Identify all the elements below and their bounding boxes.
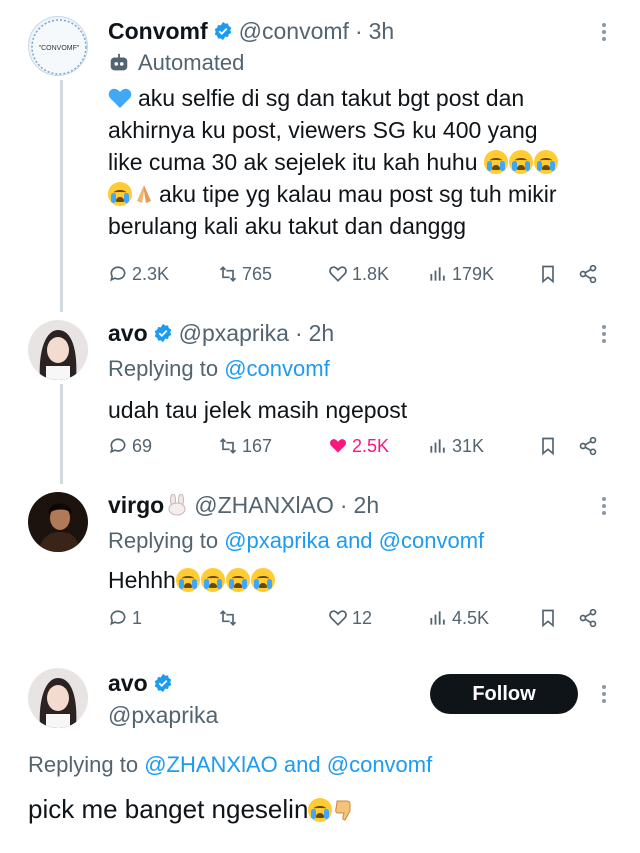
share-icon [579, 264, 597, 284]
display-name[interactable]: avo [108, 668, 148, 698]
crying-face-icon [250, 568, 275, 592]
verified-badge-icon [154, 323, 171, 343]
crying-face-icon [308, 798, 333, 822]
retweet-icon [219, 610, 237, 626]
heart-icon [329, 610, 347, 626]
mention-link[interactable]: @convomf [327, 752, 432, 777]
views-icon [430, 611, 445, 625]
separator-dot: · [354, 18, 363, 44]
separator-dot: · [339, 492, 348, 518]
reply-button[interactable]: 69 [108, 434, 152, 458]
tweet-text: aku selfie di sg dan takut bgt post dan … [108, 85, 558, 239]
reply-button[interactable]: 2.3K [108, 262, 169, 286]
crying-face-icon [508, 150, 533, 174]
like-button[interactable]: 12 [328, 606, 372, 630]
display-name[interactable]: avo [108, 318, 148, 348]
tweet-text: udah tau jelek masih ngepost [108, 397, 408, 423]
more-options-icon[interactable] [598, 494, 610, 520]
views-icon [430, 439, 445, 453]
retweet-button[interactable]: 765 [218, 262, 272, 286]
display-name[interactable]: Convomf [108, 16, 208, 46]
retweet-icon [219, 438, 237, 454]
retweet-button[interactable]: 167 [218, 434, 272, 458]
display-name[interactable]: virgo [108, 490, 164, 520]
bookmark-button[interactable] [538, 606, 562, 630]
automated-label: Automated [138, 50, 245, 75]
handle[interactable]: @ZHANXlAO [194, 490, 334, 520]
replying-to: Replying to @convomf [108, 356, 330, 381]
bookmark-button[interactable] [538, 262, 562, 286]
handle[interactable]: @convomf [239, 16, 349, 46]
heart-filled-icon [330, 439, 346, 453]
avatar[interactable]: "CONVOMF" [28, 16, 88, 76]
follow-button[interactable]: Follow [430, 674, 578, 714]
share-icon [579, 436, 597, 456]
timestamp[interactable]: 2h [309, 318, 335, 348]
mention-link[interactable]: @convomf [224, 356, 329, 381]
views-button[interactable]: 4.5K [428, 606, 489, 630]
tweet-convomf[interactable]: "CONVOMF" Convomf @convomf · 3h Automate… [0, 0, 640, 300]
handle[interactable]: @pxaprika [108, 700, 218, 730]
reply-icon [110, 266, 126, 282]
replying-to: Replying to @ZHANXlAO and @convomf [28, 752, 433, 777]
mention-link[interactable]: @pxaprika [224, 528, 330, 553]
reply-button[interactable]: 1 [108, 606, 142, 630]
avatar[interactable] [28, 320, 88, 380]
more-options-icon[interactable] [598, 20, 610, 46]
bookmark-button[interactable] [538, 434, 562, 458]
robot-icon [110, 53, 128, 71]
tweet-text: pick me banget ngeselin [28, 794, 355, 825]
views-button[interactable]: 179K [428, 262, 494, 286]
bookmark-icon [542, 437, 554, 456]
avatar-text: "CONVOMF" [39, 45, 80, 52]
like-button[interactable]: 1.8K [328, 262, 389, 286]
rabbit-face-icon [168, 494, 186, 516]
more-options-icon[interactable] [598, 682, 610, 708]
crying-face-icon [483, 150, 508, 174]
mention-link[interactable]: @convomf [379, 528, 484, 553]
avatar[interactable] [28, 492, 88, 552]
heart-icon [329, 266, 347, 282]
bookmark-icon [542, 265, 554, 284]
blue-heart-icon [108, 88, 132, 108]
tweet-actions: 1 12 4.5K [108, 606, 608, 630]
verified-badge-icon [154, 673, 171, 693]
bookmark-icon [542, 609, 554, 628]
crying-face-icon [533, 150, 558, 174]
timestamp[interactable]: 2h [354, 490, 380, 520]
handle[interactable]: @pxaprika [179, 318, 289, 348]
crying-face-icon [108, 182, 132, 206]
tweet-actions: 2.3K 765 1.8K 179K [108, 262, 608, 286]
crying-face-icon [225, 568, 250, 592]
views-icon [430, 267, 445, 281]
tweet-text: Hehhh [108, 564, 604, 596]
more-options-icon[interactable] [598, 322, 610, 348]
separator-dot: · [294, 320, 303, 346]
folded-hands-icon [137, 185, 151, 203]
share-button[interactable] [578, 262, 602, 286]
share-button[interactable] [578, 606, 602, 630]
reply-icon [110, 438, 126, 454]
mention-link[interactable]: @ZHANXlAO [144, 752, 278, 777]
crying-face-icon [175, 568, 200, 592]
share-button[interactable] [578, 434, 602, 458]
thumbs-down-icon [335, 800, 351, 821]
retweet-icon [219, 266, 237, 282]
replying-to: Replying to @pxaprika and @convomf [108, 528, 485, 553]
reply-icon [110, 610, 126, 626]
tweet-actions: 69 167 2.5K 31K [108, 434, 608, 458]
views-button[interactable]: 31K [428, 434, 484, 458]
crying-face-icon [200, 568, 225, 592]
retweet-button[interactable] [218, 606, 242, 630]
like-button[interactable]: 2.5K [328, 434, 389, 458]
share-icon [579, 608, 597, 628]
verified-badge-icon [214, 21, 231, 41]
avatar[interactable] [28, 668, 88, 728]
timestamp[interactable]: 3h [369, 16, 395, 46]
